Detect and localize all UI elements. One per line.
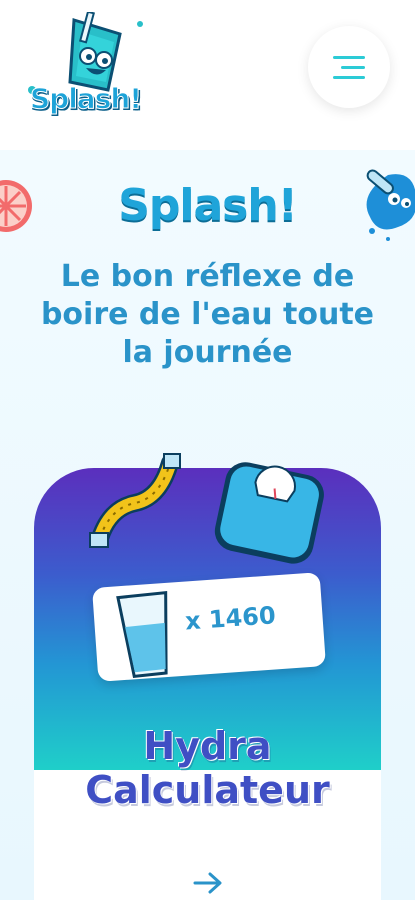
hero-brand-title: Splash! [118, 180, 298, 231]
card-arrow-button[interactable] [188, 868, 228, 898]
hero-tagline: Le bon réflexe de boire de l'eau toute l… [40, 259, 375, 370]
measuring-tape-icon [89, 453, 181, 548]
bathroom-scale-icon [214, 462, 324, 564]
hydra-calculator-title: Hydra Calculateur [85, 724, 330, 812]
splash-logo[interactable]: Splash! [22, 10, 152, 122]
menu-icon [333, 56, 365, 79]
arrow-right-icon [193, 872, 222, 894]
site-header: Splash! [0, 0, 415, 150]
water-glass-icon [116, 590, 168, 678]
logo-text: Splash! [29, 82, 142, 116]
menu-button[interactable] [308, 26, 390, 108]
